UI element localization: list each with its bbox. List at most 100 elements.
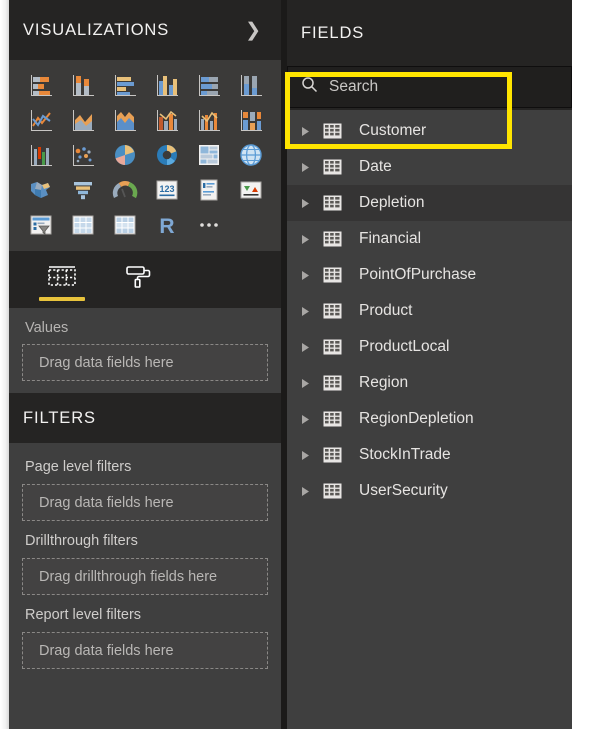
field-row[interactable]: Customer [287, 113, 572, 149]
viz-scatter-chart[interactable] [63, 138, 103, 171]
fields-grid-icon [45, 262, 79, 297]
chevron-right-icon[interactable] [301, 378, 323, 389]
field-table-name: ProductLocal [359, 338, 450, 355]
drillthrough-filters-dropzone[interactable]: Drag drillthrough fields here [22, 558, 268, 595]
field-row[interactable]: PointOfPurchase [287, 257, 572, 293]
filters-body: Page level filters Drag data fields here… [9, 443, 281, 729]
chevron-right-icon[interactable] [301, 450, 323, 461]
tab-fields[interactable] [39, 251, 85, 303]
line-chart-icon [28, 108, 54, 132]
field-row[interactable]: ProductLocal [287, 329, 572, 365]
chevron-right-icon[interactable] [301, 270, 323, 281]
chevron-right-icon[interactable] [301, 342, 323, 353]
viz-area-chart[interactable] [63, 103, 103, 136]
chevron-right-icon[interactable] [301, 306, 323, 317]
power-bi-panes-screenshot: VISUALIZATIONS ❯ 123 R Values Drag data … [0, 0, 615, 729]
funnel-chart-icon [70, 178, 96, 202]
table-icon [323, 303, 353, 319]
pie-chart-icon [112, 143, 138, 167]
viz-pie-chart[interactable] [105, 138, 145, 171]
chevron-right-icon[interactable] [301, 414, 323, 425]
viz-clustered-column-chart[interactable] [147, 68, 187, 101]
field-row[interactable]: StockInTrade [287, 437, 572, 473]
line-clustered-column-chart-icon [196, 108, 222, 132]
pct-stacked-column-chart-icon [238, 73, 264, 97]
viz-empty-slot [231, 208, 271, 241]
active-tab-underline [39, 297, 85, 301]
gauge-chart-icon [112, 178, 138, 202]
clustered-bar-chart-icon [112, 73, 138, 97]
field-table-name: StockInTrade [359, 446, 451, 463]
table-icon [70, 213, 96, 237]
viz-card[interactable]: 123 [147, 173, 187, 206]
report-level-filters-label: Report level filters [25, 607, 142, 623]
field-row[interactable]: Depletion [287, 185, 572, 221]
viz-filled-map[interactable] [21, 173, 61, 206]
search-wrapper [287, 66, 572, 110]
chevron-right-icon[interactable] [301, 198, 323, 209]
kpi-icon [238, 178, 264, 202]
ribbon-chart-icon [238, 108, 264, 132]
values-label: Values [25, 320, 69, 336]
table-icon [323, 195, 353, 211]
viz-table[interactable] [63, 208, 103, 241]
viz-line-and-stacked-column-chart[interactable] [147, 103, 187, 136]
search-icon [301, 76, 318, 98]
search-box[interactable] [287, 66, 572, 108]
viz-waterfall-chart[interactable] [21, 138, 61, 171]
waterfall-chart-icon [28, 143, 54, 167]
viz-stacked-bar-chart[interactable] [21, 68, 61, 101]
viz-r-script-visual[interactable]: R [147, 208, 187, 241]
tab-format[interactable] [115, 251, 161, 303]
table-icon [323, 483, 353, 499]
field-table-name: Depletion [359, 194, 425, 211]
viz-stacked-area-chart[interactable] [105, 103, 145, 136]
treemap-icon [196, 143, 222, 167]
values-well-section: Values Drag data fields here [9, 308, 281, 393]
values-dropzone[interactable]: Drag data fields here [22, 344, 268, 381]
field-row[interactable]: Financial [287, 221, 572, 257]
viz-pct-stacked-bar-chart[interactable] [189, 68, 229, 101]
viz-clustered-bar-chart[interactable] [105, 68, 145, 101]
viz-slicer[interactable] [21, 208, 61, 241]
field-row[interactable]: RegionDepletion [287, 401, 572, 437]
table-icon [323, 411, 353, 427]
visualizations-header: VISUALIZATIONS ❯ [9, 0, 281, 60]
chevron-right-icon[interactable]: ❯ [239, 19, 267, 42]
r-script-icon: R [154, 213, 180, 237]
viz-stacked-column-chart[interactable] [63, 68, 103, 101]
viz-line-chart[interactable] [21, 103, 61, 136]
svg-text:123: 123 [159, 184, 174, 194]
field-table-name: Region [359, 374, 409, 391]
field-row[interactable]: Product [287, 293, 572, 329]
viz-map[interactable] [231, 138, 271, 171]
viz-kpi[interactable] [231, 173, 271, 206]
search-input[interactable] [329, 78, 558, 96]
chevron-right-icon[interactable] [301, 486, 323, 497]
fields-header: FIELDS [287, 0, 572, 66]
field-row[interactable]: Date [287, 149, 572, 185]
report-level-filters-dropzone[interactable]: Drag data fields here [22, 632, 268, 669]
viz-pct-stacked-column-chart[interactable] [231, 68, 271, 101]
visual-pane-tabs [9, 251, 281, 308]
viz-ribbon-chart[interactable] [231, 103, 271, 136]
viz-treemap[interactable] [189, 138, 229, 171]
chevron-right-icon[interactable] [301, 162, 323, 173]
matrix-icon [112, 213, 138, 237]
field-row[interactable]: Region [287, 365, 572, 401]
field-row[interactable]: UserSecurity [287, 473, 572, 509]
paint-roller-icon [121, 262, 155, 297]
chevron-right-icon[interactable] [301, 234, 323, 245]
viz-gauge-chart[interactable] [105, 173, 145, 206]
table-icon [323, 123, 353, 139]
viz-matrix[interactable] [105, 208, 145, 241]
clustered-column-chart-icon [154, 73, 180, 97]
page-level-filters-dropzone[interactable]: Drag data fields here [22, 484, 268, 521]
chevron-right-icon[interactable] [301, 126, 323, 137]
viz-funnel-chart[interactable] [63, 173, 103, 206]
viz-line-and-clustered-column-chart[interactable] [189, 103, 229, 136]
viz-donut-chart[interactable] [147, 138, 187, 171]
viz-more-visuals[interactable] [189, 208, 229, 241]
filter-group-page-level: Page level filters Drag data fields here [22, 455, 268, 521]
viz-multi-row-card[interactable] [189, 173, 229, 206]
